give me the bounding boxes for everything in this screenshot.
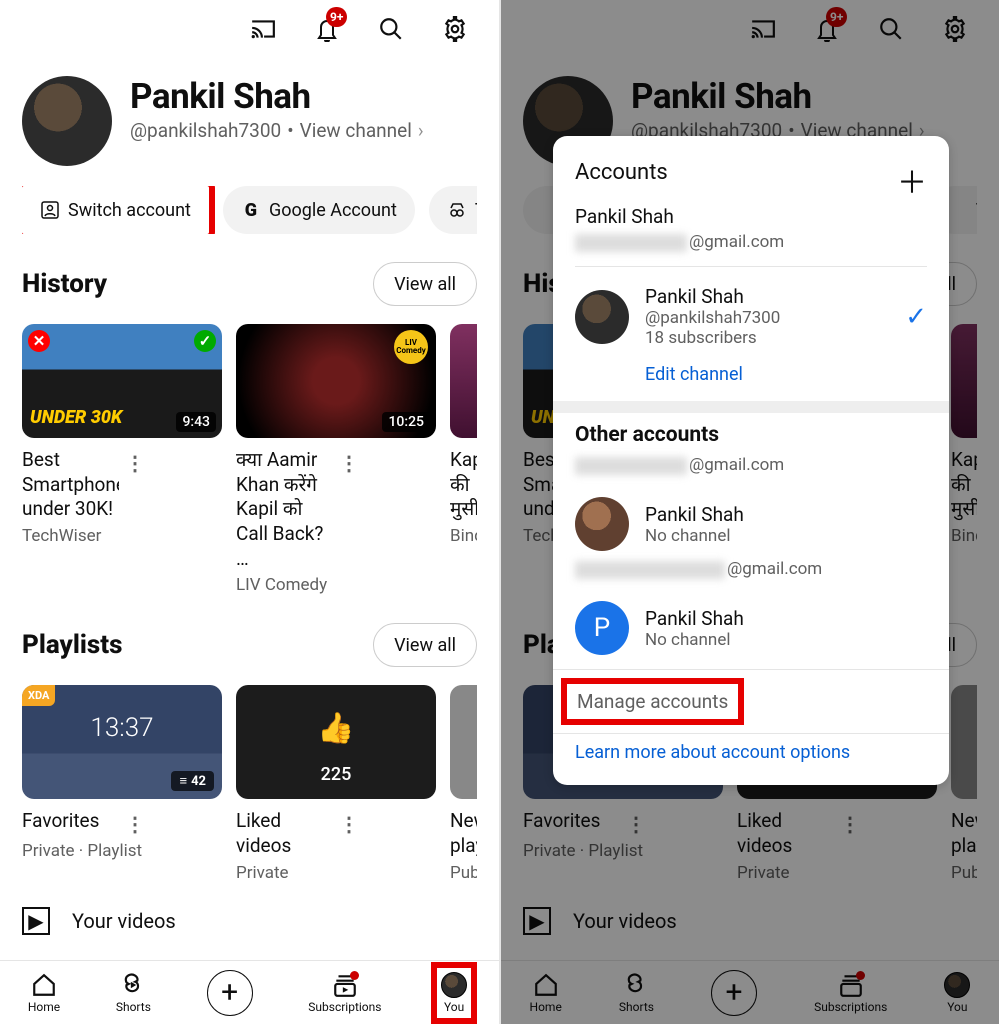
chevron-right-icon: › [418, 119, 424, 142]
top-bar: 9+ [0, 0, 499, 58]
subscriptions-icon [332, 972, 358, 998]
new-dot [350, 971, 359, 980]
video-thumbnail[interactable]: ✕ ✓ 9:43 [22, 324, 222, 438]
your-videos-row[interactable]: ▶ Your videos [22, 907, 477, 935]
video-thumbnail[interactable]: 10:25 LIVComedy [236, 324, 436, 438]
playlist-item[interactable]: 👍 225 Liked videos⋮ Private [236, 685, 436, 882]
more-icon[interactable]: ⋮ [333, 448, 436, 571]
other-account-row[interactable]: Pankil ShahNo channel [553, 489, 949, 559]
avatar-letter: P [575, 601, 629, 655]
playlists-header: Playlists View all [22, 623, 477, 667]
badge-x-icon: ✕ [28, 330, 50, 352]
shorts-icon [120, 972, 146, 998]
accounts-modal: ＋ Accounts Pankil Shah @gmail.com Pankil… [553, 136, 949, 785]
accounts-title: Accounts [575, 160, 927, 185]
playlist-thumbnail[interactable]: XDA 13:37 ≡ 42 [22, 685, 222, 799]
bottom-bar: Home Shorts + Subscriptions You [0, 960, 499, 1024]
switch-account-chip[interactable]: Switch account [22, 186, 209, 234]
tab-shorts[interactable]: Shorts [116, 972, 151, 1014]
cast-icon[interactable] [249, 15, 277, 43]
playlist-item-peek[interactable]: New playlist Public [450, 685, 477, 882]
home-icon [31, 972, 57, 998]
switch-account-icon [40, 200, 60, 220]
avatar [575, 497, 629, 551]
settings-icon[interactable] [441, 15, 469, 43]
add-account-icon[interactable]: ＋ [897, 158, 927, 202]
history-cards[interactable]: ✕ ✓ 9:43 Best Smartphone under 30K!⋮ Tec… [22, 324, 477, 595]
playlists-title: Playlists [22, 630, 122, 660]
playlists-cards[interactable]: XDA 13:37 ≡ 42 Favorites⋮ Private · Play… [22, 685, 477, 882]
playlist-count: ≡ 42 [171, 771, 214, 791]
badge-check-icon: ✓ [194, 330, 216, 352]
history-viewall[interactable]: View all [373, 262, 477, 306]
edit-channel-link[interactable]: Edit channel [645, 364, 949, 385]
other-account-email-2: @gmail.com [575, 559, 927, 579]
notifications-badge: 9+ [326, 7, 347, 27]
more-icon[interactable]: ⋮ [119, 809, 222, 837]
video-thumbnail[interactable] [450, 324, 477, 438]
history-header: History View all [22, 262, 477, 306]
search-icon[interactable] [377, 15, 405, 43]
tab-home[interactable]: Home [28, 972, 60, 1014]
more-icon[interactable]: ⋮ [119, 448, 222, 522]
google-account-chip[interactable]: G Google Account [223, 186, 415, 234]
phone-left: 9+ Pankil Shah @pankilshah7300 • View ch… [0, 0, 499, 1024]
history-item[interactable]: ✕ ✓ 9:43 Best Smartphone under 30K!⋮ Tec… [22, 324, 222, 595]
plus-icon: + [207, 970, 253, 1016]
thumbs-up-icon: 👍 [317, 711, 354, 746]
profile-name: Pankil Shah [130, 76, 424, 117]
playlists-viewall[interactable]: View all [373, 623, 477, 667]
liv-comedy-badge: LIVComedy [394, 330, 428, 364]
profile-subtitle[interactable]: @pankilshah7300 • View channel › [130, 119, 424, 142]
playlist-thumbnail[interactable]: 👍 225 [236, 685, 436, 799]
history-title: History [22, 269, 107, 299]
tab-create[interactable]: + [207, 970, 253, 1016]
xda-badge: XDA [22, 685, 55, 706]
history-item[interactable]: 10:25 LIVComedy क्या Aamir Khan करेंगे K… [236, 324, 436, 595]
incognito-chip[interactable]: Turn on Incognito [429, 186, 477, 234]
avatar-mini-icon [441, 972, 467, 998]
current-account-email: @gmail.com [575, 232, 927, 252]
other-account-email-1: @gmail.com [575, 455, 927, 475]
check-icon: ✓ [905, 302, 927, 332]
avatar [575, 290, 629, 344]
manage-accounts-link[interactable]: Manage accounts [567, 684, 738, 719]
active-channel-row[interactable]: Pankil Shah @pankilshah7300 18 subscribe… [553, 277, 949, 356]
other-account-row[interactable]: P Pankil ShahNo channel [553, 593, 949, 663]
play-square-icon: ▶ [22, 907, 50, 935]
other-accounts-title: Other accounts [575, 423, 927, 447]
playlist-thumbnail[interactable] [450, 685, 477, 799]
tab-you[interactable]: You [437, 968, 471, 1018]
profile-header[interactable]: Pankil Shah @pankilshah7300 • View chann… [22, 76, 477, 166]
notifications-icon[interactable]: 9+ [313, 15, 341, 43]
history-item-peek[interactable]: Kapil की मुसीबत BindassKavya [450, 324, 477, 595]
current-account-name: Pankil Shah [575, 205, 927, 228]
google-icon: G [241, 200, 261, 220]
more-icon[interactable]: ⋮ [333, 809, 436, 858]
tab-subscriptions[interactable]: Subscriptions [308, 972, 381, 1014]
phone-right: 9+ Pankil Shah @pankilshah7300• View cha… [499, 0, 999, 1024]
learn-more-link[interactable]: Learn more about account options [575, 742, 927, 763]
incognito-icon [447, 200, 467, 220]
chips-row: Switch account G Google Account Turn on … [22, 186, 477, 234]
playlist-item[interactable]: XDA 13:37 ≡ 42 Favorites⋮ Private · Play… [22, 685, 222, 882]
avatar [22, 76, 112, 166]
